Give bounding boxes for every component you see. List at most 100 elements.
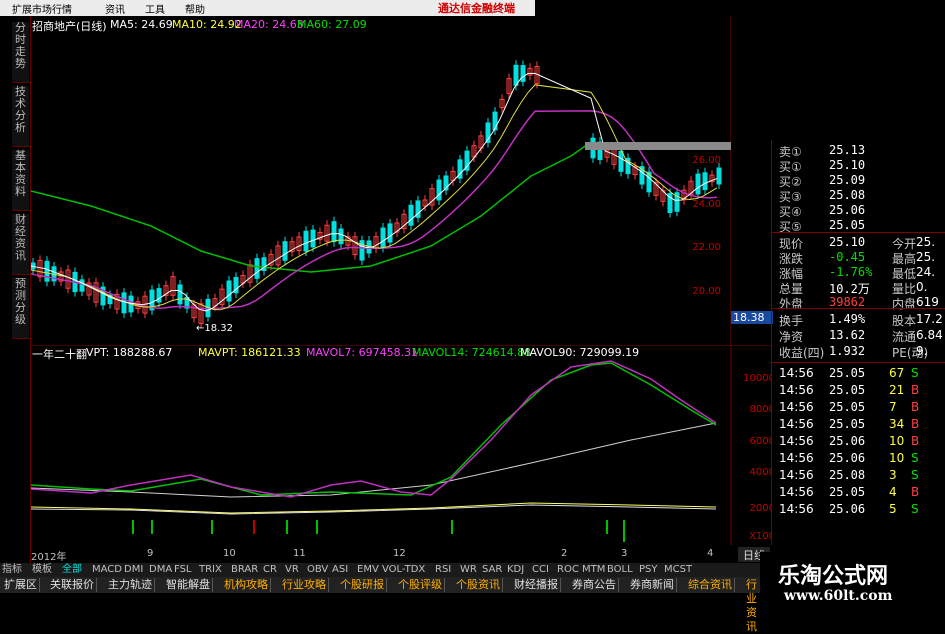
indicator-tab[interactable]: VOL-TDX bbox=[382, 563, 425, 577]
stat-value: 0. bbox=[916, 280, 928, 294]
volume-chart[interactable]: 10000 8000 6000 4000 2000 X100 bbox=[31, 345, 771, 545]
volume-tick: 4000 bbox=[750, 467, 771, 478]
tick-side: S bbox=[911, 451, 919, 465]
indicator-tab[interactable]: 全部 bbox=[62, 563, 82, 577]
volume-tick: 8000 bbox=[750, 404, 771, 415]
indicator-tab[interactable]: WR bbox=[460, 563, 477, 577]
tick-row: 14:56 25.06 10 B bbox=[771, 434, 945, 449]
tick-row: 14:56 25.05 67 S bbox=[771, 366, 945, 381]
time-tick: 9 bbox=[147, 548, 154, 559]
indicator-tab[interactable]: RSI bbox=[435, 563, 451, 577]
order-price: 25.05 bbox=[829, 218, 866, 232]
quote-panel: 卖① 25.13 买① 25.10 买② 25.09 买③ 25.08 买④ 2… bbox=[771, 140, 945, 545]
stat-value: -0.45 bbox=[829, 250, 866, 264]
tick-volume: 7 bbox=[889, 400, 897, 414]
indicator-tab[interactable]: VR bbox=[285, 563, 299, 577]
tick-side: B bbox=[911, 417, 920, 431]
info-button[interactable]: 智能解盘 bbox=[164, 578, 213, 592]
info-button[interactable]: 行业攻略 bbox=[280, 578, 329, 592]
info-button[interactable]: 扩展区 bbox=[2, 578, 40, 592]
info-button[interactable]: 主力轨迹 bbox=[106, 578, 155, 592]
indicator-tab[interactable]: DMA bbox=[149, 563, 172, 577]
stat-label: 外盘 bbox=[779, 297, 804, 311]
indicator-tab[interactable]: PSY bbox=[639, 563, 658, 577]
tab-intraday[interactable]: 分时走势 bbox=[12, 22, 29, 83]
info-button[interactable]: 券商公告 bbox=[570, 578, 619, 592]
info-button[interactable]: 个股研报 bbox=[338, 578, 387, 592]
tab-finance-news[interactable]: 财经资讯 bbox=[12, 214, 29, 275]
tick-price: 25.05 bbox=[829, 400, 866, 414]
menu-item-help[interactable]: 帮助 bbox=[185, 1, 205, 16]
mavol90-line bbox=[31, 422, 717, 498]
quote-stat-row: 总量 10.2万 量比 0. bbox=[771, 280, 945, 296]
indicator-tab[interactable]: BOLL bbox=[607, 563, 633, 577]
volume-tick: 2000 bbox=[750, 503, 771, 514]
indicator-tab[interactable]: ASI bbox=[332, 563, 348, 577]
indicator-tab[interactable]: 指标 bbox=[2, 563, 22, 577]
fund-value: 17.2 bbox=[916, 312, 943, 326]
tick-time: 14:56 bbox=[779, 417, 814, 431]
info-button[interactable]: 关联报价 bbox=[48, 578, 97, 592]
indicator-tab[interactable]: TRIX bbox=[199, 563, 222, 577]
stat-value: -1.76% bbox=[829, 265, 873, 279]
indicator-tab[interactable]: ROC bbox=[557, 563, 579, 577]
info-button[interactable]: 券商新闻 bbox=[628, 578, 677, 592]
indicator-tab[interactable]: MCST bbox=[664, 563, 692, 577]
info-button[interactable]: 个股评级 bbox=[396, 578, 445, 592]
info-button[interactable]: 财经播报 bbox=[512, 578, 561, 592]
indicator-tab[interactable]: OBV bbox=[307, 563, 328, 577]
tab-forecast[interactable]: 预测分级 bbox=[12, 278, 29, 339]
indicator-tab[interactable]: 模板 bbox=[32, 563, 52, 577]
info-button[interactable]: 综合资讯 bbox=[686, 578, 735, 592]
stat-value: 24. bbox=[916, 265, 936, 279]
indicator-tab[interactable]: FSL bbox=[174, 563, 192, 577]
stat-label: 内盘 bbox=[892, 297, 917, 311]
indicator-tab[interactable]: MTM bbox=[582, 563, 605, 577]
fund-value: 9. bbox=[916, 344, 928, 358]
tick-volume: 21 bbox=[889, 383, 905, 397]
signal-bar bbox=[316, 520, 318, 534]
fund-label: 流通 bbox=[892, 330, 917, 344]
menu-item-tools[interactable]: 工具 bbox=[145, 1, 165, 16]
signal-bar bbox=[606, 520, 608, 534]
indicator-tab[interactable]: KDJ bbox=[507, 563, 524, 577]
time-axis: 2012年 9 10 11 12 2 3 4 bbox=[31, 548, 741, 563]
tick-row: 14:56 25.05 21 B bbox=[771, 383, 945, 398]
order-book-row: 买① 25.10 bbox=[771, 158, 945, 174]
left-tab-strip: 分时走势 技术分析 基本资料 财经资讯 预测分级 bbox=[12, 16, 31, 576]
tab-fundamentals[interactable]: 基本资料 bbox=[12, 150, 29, 211]
tab-technical[interactable]: 技术分析 bbox=[12, 86, 29, 147]
indicator-tab[interactable]: CCI bbox=[532, 563, 549, 577]
price-marker: 18.38 bbox=[731, 311, 773, 324]
tick-time: 14:56 bbox=[779, 451, 814, 465]
time-tick: 3 bbox=[621, 548, 628, 559]
fund-label: 净资 bbox=[779, 330, 804, 344]
indicator-tab[interactable]: DMI bbox=[124, 563, 143, 577]
tick-side: B bbox=[911, 383, 920, 397]
fund-value: 13.62 bbox=[829, 328, 866, 342]
quote-stat-row: 涨幅 -1.76% 最低 24. bbox=[771, 265, 945, 281]
menu-item-ext-market[interactable]: 扩展市场行情 bbox=[12, 1, 72, 16]
order-book-row: 买④ 25.06 bbox=[771, 203, 945, 219]
tick-price: 25.06 bbox=[829, 434, 866, 448]
time-tick: 2 bbox=[561, 548, 568, 559]
indicator-tab[interactable]: CR bbox=[263, 563, 277, 577]
menu-item-news[interactable]: 资讯 bbox=[105, 1, 125, 16]
indicator-tab[interactable]: SAR bbox=[482, 563, 502, 577]
indicator-tab[interactable]: EMV bbox=[357, 563, 379, 577]
tick-time: 14:56 bbox=[779, 485, 814, 499]
indicator-tab[interactable]: BRAR bbox=[231, 563, 258, 577]
volume-tick: 10000 bbox=[743, 373, 771, 384]
info-button[interactable]: 机构攻略 bbox=[222, 578, 271, 592]
volume-signal-bars bbox=[132, 520, 625, 542]
tick-time: 14:56 bbox=[779, 434, 814, 448]
tick-volume: 5 bbox=[889, 502, 897, 516]
info-button-bar: 扩展区 关联报价 主力轨迹 智能解盘 机构攻略 行业攻略 个股研报 个股评级 个股资讯 财经播报券… bbox=[0, 577, 818, 633]
vpt-line bbox=[31, 502, 717, 514]
price-chart[interactable]: 26.00 24.00 22.00 20.00 ←18.32 bbox=[31, 16, 731, 346]
indicator-tab[interactable]: MACD bbox=[92, 563, 122, 577]
signal-bar bbox=[132, 520, 134, 534]
tick-price: 25.06 bbox=[829, 502, 866, 516]
info-button[interactable]: 个股资讯 bbox=[454, 578, 503, 592]
price-tick: 22.00 bbox=[692, 242, 721, 253]
